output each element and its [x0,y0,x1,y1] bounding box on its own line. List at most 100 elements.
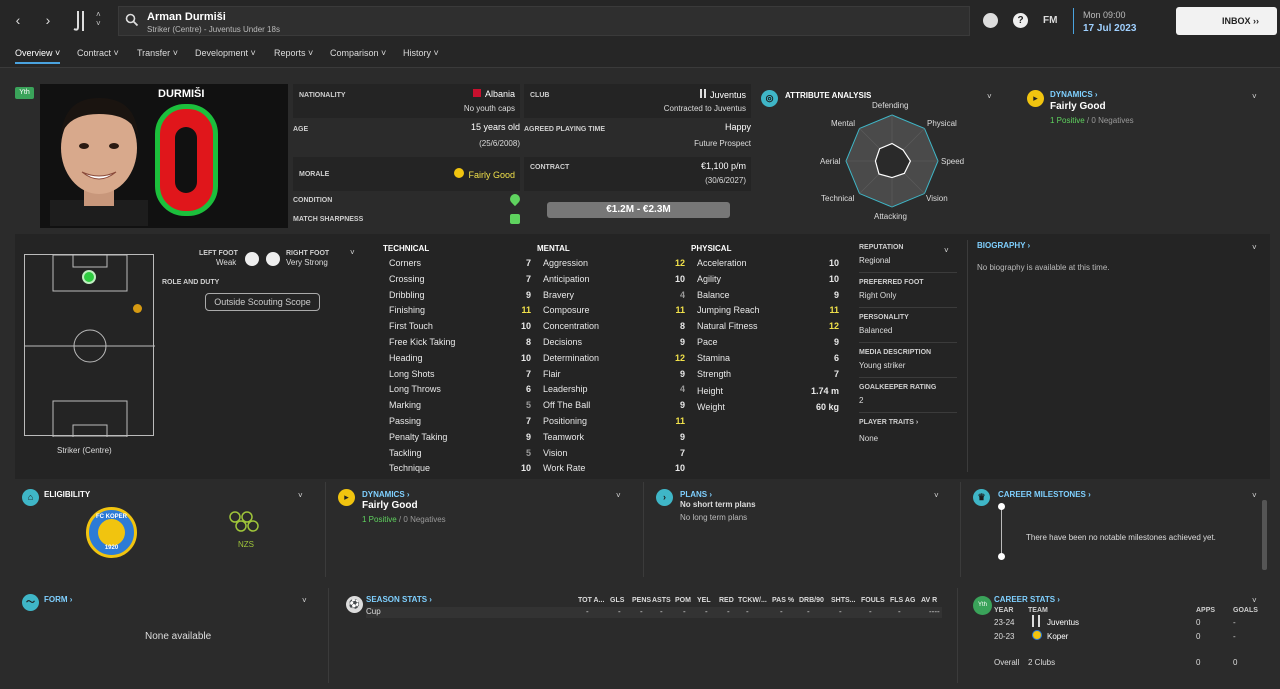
season-stat-header[interactable]: DRB/90 [799,597,824,604]
koper-logo[interactable]: FC KOPER 1920 [86,507,137,558]
attribute-row[interactable]: Stamina 6 [697,353,839,367]
help-icon[interactable]: ? [1013,13,1028,28]
attribute-row[interactable]: Agility 10 [697,274,839,288]
player-traits-link[interactable]: PLAYER TRAITS › [859,419,918,426]
tab-overview[interactable]: Overview ˅ [15,48,61,64]
biography-link[interactable]: BIOGRAPHY › [977,241,1030,250]
attribute-row[interactable]: Decisions 9 [543,337,685,351]
attribute-analysis-chevron-icon[interactable]: ˅ [987,92,992,101]
attribute-row[interactable]: Anticipation 10 [543,274,685,288]
attribute-row[interactable]: Finishing 11 [389,305,531,319]
current-date[interactable]: 17 Jul 2023 [1083,23,1136,34]
attribute-row[interactable]: Composure 11 [543,305,685,319]
attribute-row[interactable]: Heading 10 [389,353,531,367]
season-stat-header[interactable]: YEL [697,597,711,604]
attribute-row[interactable]: Leadership 4 [543,384,685,398]
player-search-bar[interactable]: Arman Durmiši Striker (Centre) - Juventu… [118,6,970,36]
tab-contract[interactable]: Contract ˅ [77,48,119,58]
attribute-row[interactable]: Long Throws 6 [389,384,531,398]
tab-development[interactable]: Development ˅ [195,48,256,58]
season-stats-link[interactable]: SEASON STATS › [366,595,432,604]
dynamics-mid-chevron-icon[interactable]: ˅ [616,491,621,500]
plans-chevron-icon[interactable]: ˅ [934,491,939,500]
club-crest-icon[interactable] [70,9,90,33]
attribute-row[interactable]: Long Shots 7 [389,369,531,383]
attribute-row[interactable]: Free Kick Taking 8 [389,337,531,351]
season-stats-row[interactable] [366,607,942,618]
pitch-diagram[interactable] [24,254,155,438]
tab-reports[interactable]: Reports ˅ [274,48,313,58]
season-stat-header[interactable]: TCKW/... [738,597,767,604]
attribute-row[interactable]: Balance 9 [697,290,839,304]
attribute-row[interactable]: Concentration 8 [543,321,685,335]
tab-history[interactable]: History ˅ [403,48,439,58]
attribute-radar[interactable]: Defending Physical Speed Vision Attackin… [812,99,972,224]
attribute-row[interactable]: Strength 7 [697,369,839,383]
season-stat-header[interactable]: GLS [610,597,624,604]
attribute-row[interactable]: Work Rate 10 [543,463,685,477]
attribute-row[interactable]: Natural Fitness 12 [697,321,839,335]
morale-row[interactable]: MORALE Fairly Good [293,157,520,191]
tab-comparison[interactable]: Comparison ˅ [330,48,386,58]
fm-menu[interactable]: FM [1043,15,1057,26]
contract-row[interactable]: CONTRACT €1,100 p/m (30/6/2027) [524,157,751,191]
career-row-team[interactable]: Juventus [1047,618,1079,627]
forward-arrow-icon[interactable]: › [40,12,56,28]
career-stats-chevron-icon[interactable]: ˅ [1252,596,1257,605]
nationality-row[interactable]: NATIONALITY Albania No youth caps [293,84,520,118]
season-stat-header[interactable]: PENS [632,597,651,604]
club-row[interactable]: CLUB Juventus Contracted to Juventus [524,84,751,118]
season-stat-header[interactable]: FOULS [861,597,885,604]
biography-chevron-icon[interactable]: ˅ [1252,243,1257,252]
form-chevron-icon[interactable]: ˅ [302,596,307,605]
squad-switch-icon[interactable]: ˄ ˅ [96,10,101,28]
attribute-row[interactable]: Pace 9 [697,337,839,351]
player-card[interactable]: DURMIŠI 0 [40,84,288,228]
milestones-link[interactable]: CAREER MILESTONES › [998,490,1091,499]
info-chevron-icon[interactable]: ˅ [944,246,949,255]
scouting-scope-button[interactable]: Outside Scouting Scope [205,293,320,311]
attribute-row[interactable]: Off The Ball 9 [543,400,685,414]
form-link[interactable]: FORM › [44,595,72,604]
milestones-chevron-icon[interactable]: ˅ [1252,491,1257,500]
attribute-row[interactable]: Dribbling 9 [389,290,531,304]
pitch-chevron-icon[interactable]: ˅ [350,248,355,257]
position-marker-secondary[interactable] [133,304,142,313]
attribute-row[interactable]: Penalty Taking 9 [389,432,531,446]
season-stat-header[interactable]: SHTS... [831,597,856,604]
season-stat-header[interactable]: ASTS [652,597,671,604]
skull-icon[interactable] [983,13,998,28]
attribute-row[interactable]: Vision 7 [543,448,685,462]
dynamics-link[interactable]: DYNAMICS › [1050,90,1098,99]
milestones-scrollbar[interactable] [1262,500,1267,570]
attribute-row[interactable]: Positioning 11 [543,416,685,430]
season-stat-header[interactable]: TOT A... [578,597,604,604]
season-stat-header[interactable]: RED [719,597,734,604]
attribute-row[interactable]: Passing 7 [389,416,531,430]
attribute-row[interactable]: Acceleration 10 [697,258,839,272]
season-stat-header[interactable]: AV R [921,597,937,604]
inbox-button[interactable]: INBOX ›› [1176,7,1277,35]
attribute-row[interactable]: Corners 7 [389,258,531,272]
attribute-row[interactable]: Technique 10 [389,463,531,477]
attribute-row[interactable]: Bravery 4 [543,290,685,304]
season-stat-header[interactable]: PAS % [772,597,794,604]
attribute-row[interactable]: Tackling 5 [389,448,531,462]
tab-transfer[interactable]: Transfer ˅ [137,48,178,58]
season-stat-header[interactable]: POM [675,597,691,604]
career-row-team[interactable]: Koper [1047,632,1068,641]
nzs-logo[interactable]: NZS [225,508,270,552]
attribute-row[interactable]: Flair 9 [543,369,685,383]
attribute-row[interactable]: Marking 5 [389,400,531,414]
plans-link[interactable]: PLANS › [680,490,712,499]
back-arrow-icon[interactable]: ‹ [10,12,26,28]
attribute-row[interactable]: Teamwork 9 [543,432,685,446]
position-marker-striker[interactable] [82,270,96,284]
attribute-row[interactable]: Jumping Reach 11 [697,305,839,319]
attribute-row[interactable]: Determination 12 [543,353,685,367]
eligibility-chevron-icon[interactable]: ˅ [298,491,303,500]
transfer-value-bar[interactable]: €1.2M - €2.3M [547,202,730,218]
dynamics-chevron-icon[interactable]: ˅ [1252,92,1257,101]
attribute-row[interactable]: Aggression 12 [543,258,685,272]
attribute-row[interactable]: Crossing 7 [389,274,531,288]
